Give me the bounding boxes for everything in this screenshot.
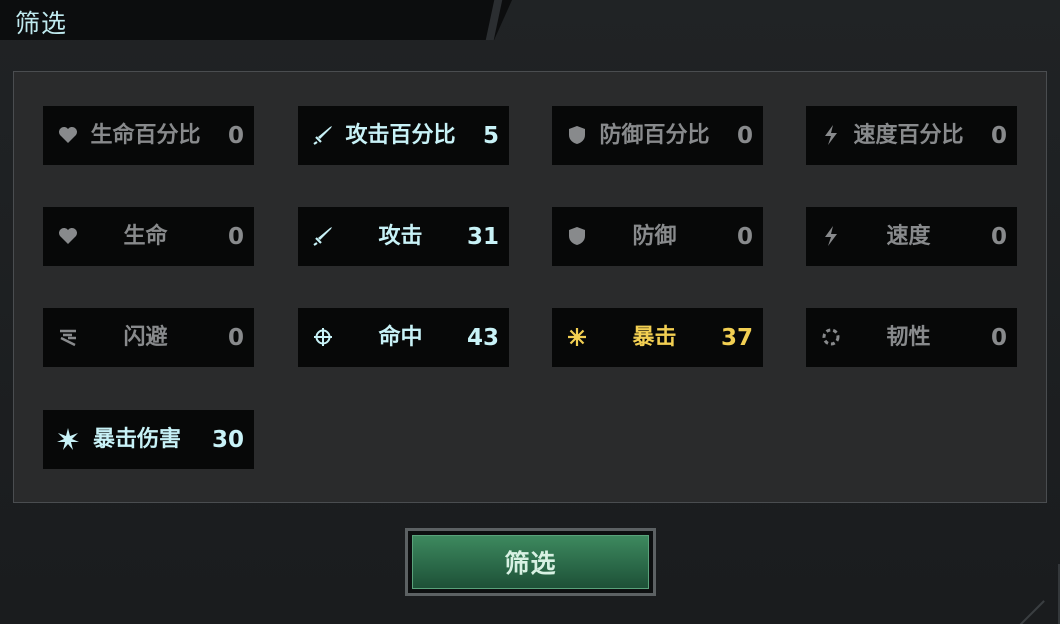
- stat-label: 暴击伤害: [93, 426, 182, 452]
- title-bar: [0, 0, 512, 40]
- lightning-icon: [820, 124, 842, 146]
- dodge-icon: [57, 326, 79, 348]
- filter-button[interactable]: 筛选: [405, 528, 656, 596]
- stat-label: 韧性: [886, 324, 931, 350]
- sword-icon: [312, 124, 334, 146]
- lightning-icon: [820, 225, 842, 247]
- stat-label: 命中: [378, 324, 423, 350]
- stat-value: 0: [736, 223, 753, 250]
- stat-tenacity[interactable]: 韧性 0: [806, 308, 1017, 367]
- stat-value: 37: [720, 324, 753, 351]
- shield-icon: [566, 225, 588, 247]
- stat-speed-percent[interactable]: 速度百分比 0: [806, 106, 1017, 165]
- stat-value: 5: [482, 122, 499, 149]
- stat-label: 暴击: [632, 324, 677, 350]
- heart-icon: [57, 225, 79, 247]
- stat-crit-rate[interactable]: 暴击 37: [552, 308, 763, 367]
- filter-button-label: 筛选: [412, 535, 649, 589]
- burst-icon: [566, 326, 588, 348]
- crit-damage-icon: [57, 428, 79, 450]
- stat-value: 31: [466, 223, 499, 250]
- stat-accuracy[interactable]: 命中 43: [298, 308, 509, 367]
- stat-speed[interactable]: 速度 0: [806, 207, 1017, 266]
- stat-value: 0: [227, 122, 244, 149]
- stat-value: 0: [990, 324, 1007, 351]
- stat-label: 攻击: [378, 223, 423, 249]
- tenacity-icon: [820, 326, 842, 348]
- stat-value: 30: [211, 426, 244, 453]
- stat-label: 攻击百分比: [345, 122, 456, 148]
- window-title: 筛选: [15, 9, 68, 38]
- stat-defense[interactable]: 防御 0: [552, 207, 763, 266]
- stat-value: 0: [227, 223, 244, 250]
- stat-label: 生命: [123, 223, 168, 249]
- heart-icon: [57, 124, 79, 146]
- stat-attack[interactable]: 攻击 31: [298, 207, 509, 266]
- stat-hp[interactable]: 生命 0: [43, 207, 254, 266]
- stat-crit-damage[interactable]: 暴击伤害 30: [43, 410, 254, 469]
- stat-label: 速度: [886, 223, 931, 249]
- stat-label: 生命百分比: [90, 122, 201, 148]
- stat-hp-percent[interactable]: 生命百分比 0: [43, 106, 254, 165]
- filter-window: 筛选 生命百分比 0 攻击百分比 5 防御百分比 0 速度百分比 0 生命 0 …: [0, 0, 1060, 624]
- crosshair-icon: [312, 326, 334, 348]
- stat-value: 0: [990, 122, 1007, 149]
- stat-attack-percent[interactable]: 攻击百分比 5: [298, 106, 509, 165]
- stat-value: 43: [466, 324, 499, 351]
- stat-defense-percent[interactable]: 防御百分比 0: [552, 106, 763, 165]
- sword-icon: [312, 225, 334, 247]
- stat-value: 0: [736, 122, 753, 149]
- corner-decoration: [1000, 564, 1060, 624]
- stat-label: 闪避: [123, 324, 168, 350]
- stat-dodge[interactable]: 闪避 0: [43, 308, 254, 367]
- shield-icon: [566, 124, 588, 146]
- stat-value: 0: [227, 324, 244, 351]
- stat-label: 速度百分比: [853, 122, 964, 148]
- stat-label: 防御百分比: [599, 122, 710, 148]
- stat-value: 0: [990, 223, 1007, 250]
- stat-label: 防御: [632, 223, 677, 249]
